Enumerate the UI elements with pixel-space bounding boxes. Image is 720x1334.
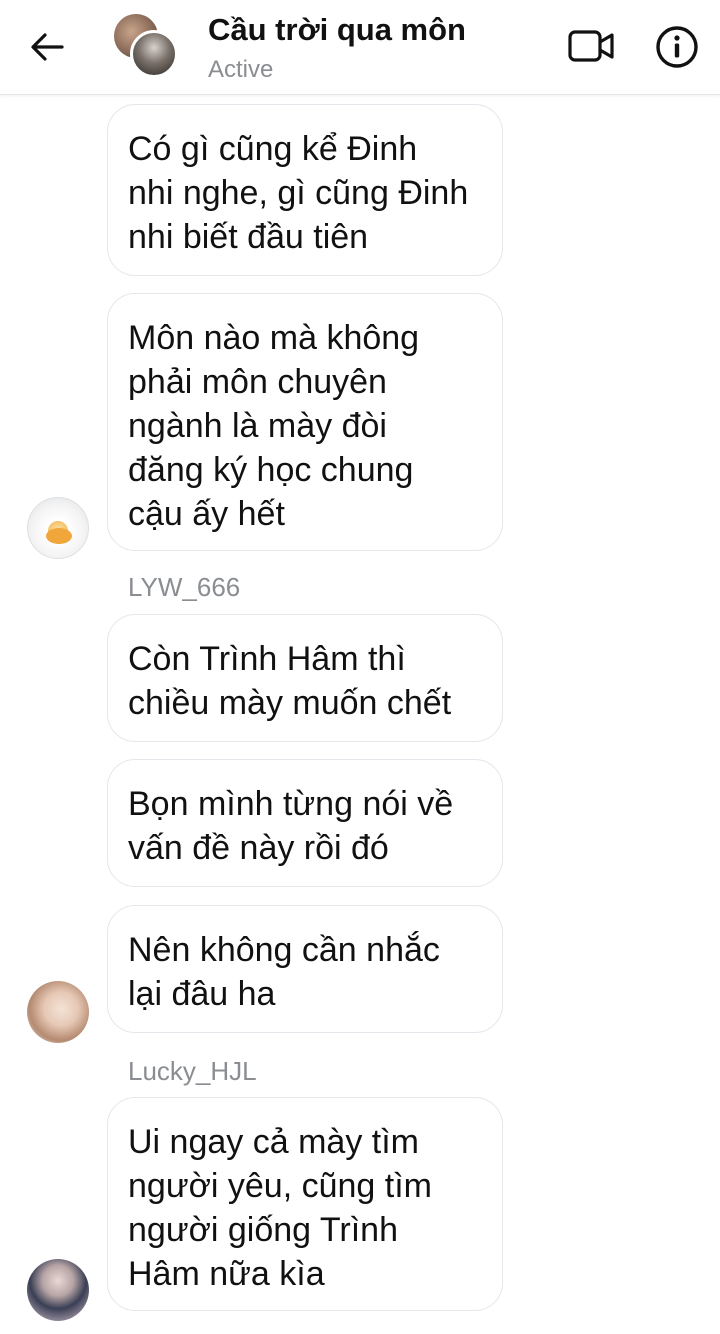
message-bubble[interactable]: Có gì cũng kể Đinh nhi nghe, gì cũng Đin… xyxy=(107,104,503,276)
message-bubble[interactable]: Môn nào mà không phải môn chuyên ngành l… xyxy=(107,293,503,551)
sender-avatar[interactable] xyxy=(27,1259,89,1321)
arrow-left-icon xyxy=(31,33,64,61)
sender-avatar[interactable] xyxy=(27,497,89,559)
sender-name: Lucky_HJL xyxy=(128,1056,257,1086)
message-bubble[interactable]: Còn Trình Hâm thì chiều mày muốn chết xyxy=(107,614,503,742)
message-bubble[interactable]: Ui ngay cả mày tìm người yêu, cũng tìm n… xyxy=(107,1097,503,1311)
info-button[interactable] xyxy=(650,20,704,74)
video-camera-icon xyxy=(568,30,614,62)
chat-title[interactable]: Cầu trời qua môn xyxy=(208,12,466,48)
message-bubble[interactable]: Bọn mình từng nói về vấn đề này rồi đó xyxy=(107,759,503,887)
info-icon xyxy=(656,26,698,68)
chat-header: Cầu trời qua môn Active xyxy=(0,0,720,95)
active-status: Active xyxy=(208,56,274,83)
avatar xyxy=(130,30,178,78)
sender-avatar[interactable] xyxy=(27,981,89,1043)
video-call-button[interactable] xyxy=(564,22,620,70)
sender-name: LYW_666 xyxy=(128,572,241,602)
back-button[interactable] xyxy=(22,22,72,72)
group-avatar[interactable] xyxy=(114,14,178,78)
message-bubble[interactable]: Nên không cần nhắc lại đâu ha xyxy=(107,905,503,1033)
